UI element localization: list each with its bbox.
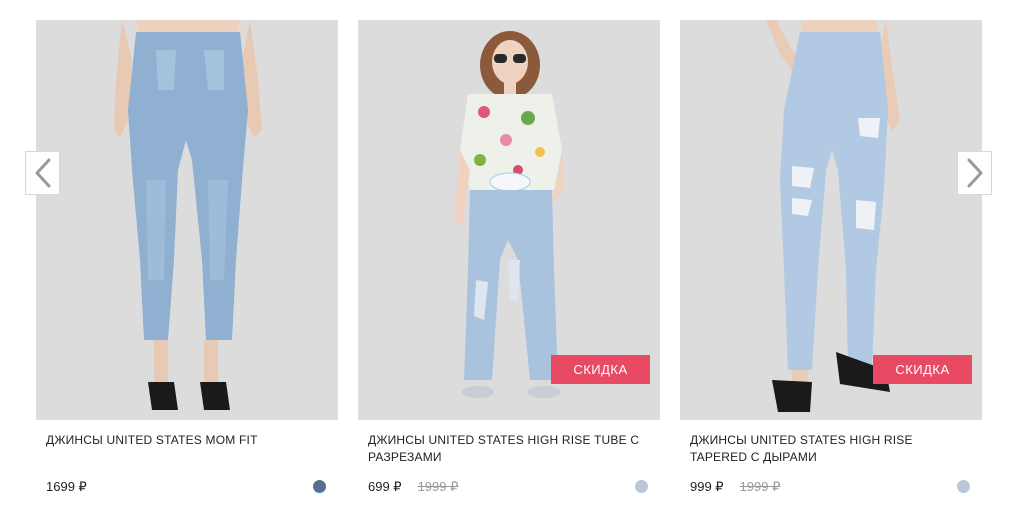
product-price: 999 ₽ xyxy=(690,479,724,494)
product-title[interactable]: ДЖИНСЫ UNITED STATES HIGH RISE TAPERED С… xyxy=(680,432,982,468)
product-card[interactable]: ДЖИНСЫ UNITED STATES MOM FIT 1699 ₽ xyxy=(36,20,338,497)
chevron-right-icon xyxy=(967,158,982,188)
jeans-photo-icon xyxy=(36,20,338,420)
carousel-prev-button[interactable] xyxy=(25,151,60,195)
sale-badge: СКИДКА xyxy=(873,355,972,384)
color-swatch[interactable] xyxy=(313,480,326,493)
product-photo[interactable]: СКИДКА xyxy=(358,20,660,420)
product-photo[interactable] xyxy=(36,20,338,420)
product-title[interactable]: ДЖИНСЫ UNITED STATES HIGH RISE TUBE С РА… xyxy=(358,432,660,468)
carousel-next-button[interactable] xyxy=(957,151,992,195)
product-carousel: ДЖИНСЫ UNITED STATES MOM FIT 1699 ₽ СКИД… xyxy=(0,0,1025,506)
price-row: 1699 ₽ xyxy=(36,477,338,497)
price-row: 999 ₽ 1999 ₽ xyxy=(680,477,982,497)
product-card[interactable]: СКИДКА ДЖИНСЫ UNITED STATES HIGH RISE TU… xyxy=(358,20,660,497)
product-card[interactable]: СКИДКА ДЖИНСЫ UNITED STATES HIGH RISE TA… xyxy=(680,20,982,497)
product-title[interactable]: ДЖИНСЫ UNITED STATES MOM FIT xyxy=(36,432,338,468)
sale-badge: СКИДКА xyxy=(551,355,650,384)
color-swatch[interactable] xyxy=(957,480,970,493)
product-price: 1699 ₽ xyxy=(46,479,87,494)
product-price: 699 ₽ xyxy=(368,479,402,494)
price-row: 699 ₽ 1999 ₽ xyxy=(358,477,660,497)
product-photo[interactable]: СКИДКА xyxy=(680,20,982,420)
color-swatch[interactable] xyxy=(635,480,648,493)
old-price: 1999 ₽ xyxy=(739,479,781,494)
old-price: 1999 ₽ xyxy=(417,479,459,494)
chevron-left-icon xyxy=(35,158,50,188)
